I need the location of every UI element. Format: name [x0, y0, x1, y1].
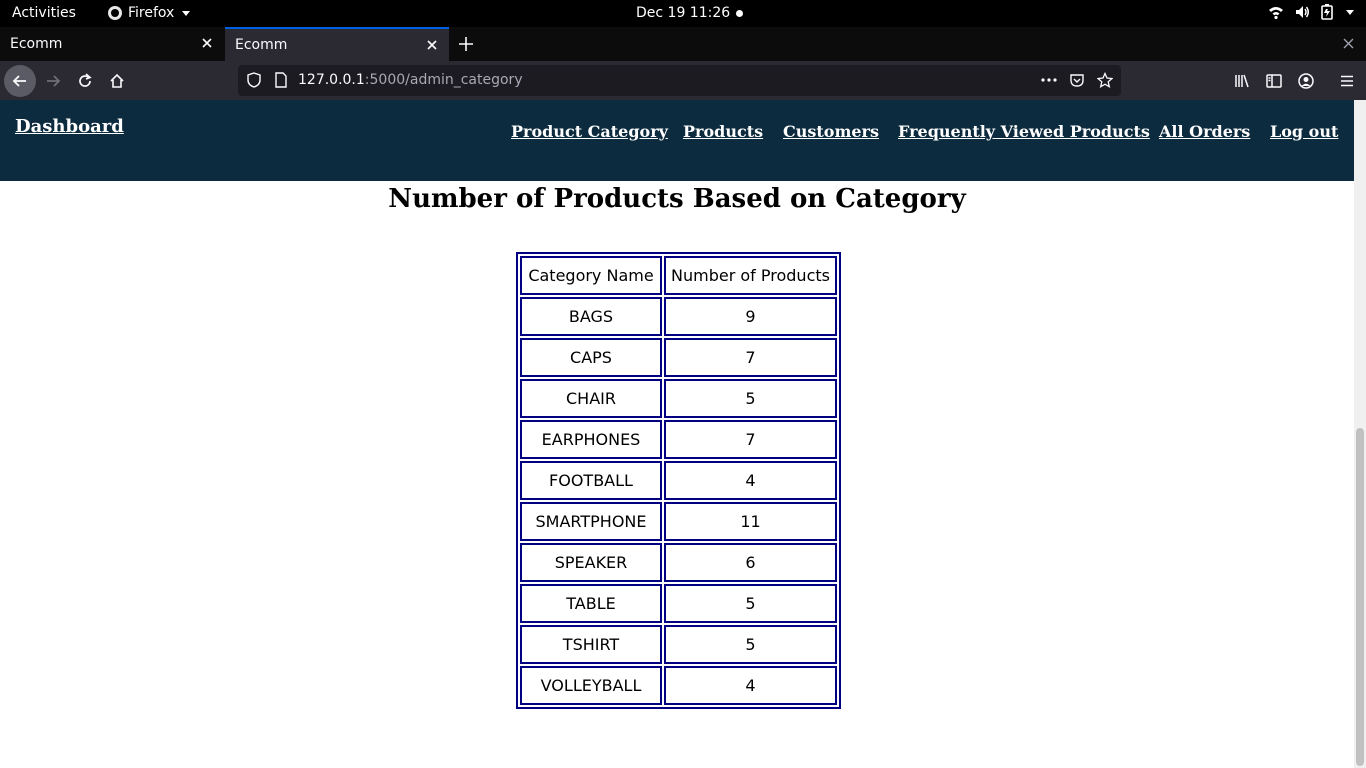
tab-title: Ecomm [235, 37, 288, 53]
category-name-cell: SPEAKER [520, 543, 662, 582]
home-button[interactable] [101, 65, 133, 97]
sidebar-button[interactable] [1258, 65, 1290, 97]
tab-title: Ecomm [10, 36, 63, 52]
chevron-down-icon [182, 10, 191, 16]
table-row: EARPHONES 7 [520, 420, 837, 459]
url-host: 127.0.0.1 [298, 72, 365, 88]
menu-button[interactable] [1331, 65, 1363, 97]
product-count-cell: 5 [664, 625, 837, 664]
tab-ecomm-2[interactable]: Ecomm [225, 27, 449, 61]
product-count-cell: 5 [664, 584, 837, 623]
shield-icon[interactable] [246, 72, 262, 88]
sidebar-icon [1266, 74, 1282, 88]
dashboard-link[interactable]: Dashboard [15, 116, 124, 137]
home-icon [110, 73, 124, 88]
column-header-category-name: Category Name [520, 256, 662, 295]
category-name-cell: CAPS [520, 338, 662, 377]
clock-label: Dec 19 11:26 [636, 5, 731, 21]
category-name-cell: EARPHONES [520, 420, 662, 459]
bookmark-star-icon[interactable] [1097, 72, 1113, 88]
close-tab-icon[interactable] [425, 38, 439, 52]
product-count-cell: 7 [664, 338, 837, 377]
tab-ecomm-1[interactable]: Ecomm [0, 27, 224, 61]
table-row: SMARTPHONE 11 [520, 502, 837, 541]
nav-link-frequently-viewed-products[interactable]: Frequently Viewed Products [898, 122, 1150, 141]
table-body: BAGS 9 CAPS 7 CHAIR 5 EARPHONES 7 FOOTBALL 4 SMART… [520, 297, 837, 705]
clock[interactable]: Dec 19 11:26 [636, 5, 744, 21]
reload-button[interactable] [69, 65, 101, 97]
app-menu-label: Firefox [128, 5, 175, 21]
wifi-icon [1269, 7, 1283, 20]
nav-link-customers[interactable]: Customers [783, 122, 879, 141]
account-button[interactable] [1290, 65, 1322, 97]
account-icon [1298, 73, 1314, 89]
category-name-cell: VOLLEYBALL [520, 666, 662, 705]
category-name-cell: CHAIR [520, 379, 662, 418]
product-count-cell: 7 [664, 420, 837, 459]
nav-link-all-orders[interactable]: All Orders [1159, 122, 1250, 141]
battery-icon [1321, 4, 1333, 20]
product-count-cell: 4 [664, 461, 837, 500]
product-count-cell: 11 [664, 502, 837, 541]
category-name-cell: SMARTPHONE [520, 502, 662, 541]
scrollbar-thumb[interactable] [1356, 428, 1364, 766]
product-count-cell: 4 [664, 666, 837, 705]
column-header-number-of-products: Number of Products [664, 256, 837, 295]
nav-link-log-out[interactable]: Log out [1270, 122, 1338, 141]
url-text[interactable]: 127.0.0.1:5000/admin_category [298, 72, 523, 88]
table-row: VOLLEYBALL 4 [520, 666, 837, 705]
nav-link-product-category[interactable]: Product Category [511, 122, 668, 141]
system-tray[interactable] [1268, 4, 1354, 20]
table-row: BAGS 9 [520, 297, 837, 336]
category-name-cell: TSHIRT [520, 625, 662, 664]
arrow-right-icon [47, 75, 61, 87]
site-navbar: Dashboard Product Category Products Cust… [0, 100, 1354, 181]
table-row: CAPS 7 [520, 338, 837, 377]
tab-strip: Ecomm Ecomm [0, 27, 1366, 61]
table-row: CHAIR 5 [520, 379, 837, 418]
system-top-bar: Activities Firefox Dec 19 11:26 [0, 0, 1366, 27]
app-menu[interactable]: Firefox [108, 5, 191, 21]
product-count-cell: 6 [664, 543, 837, 582]
table-header-row: Category Name Number of Products [520, 256, 837, 295]
reload-icon [79, 73, 92, 87]
url-bar[interactable]: 127.0.0.1:5000/admin_category [238, 65, 1121, 96]
table-row: TABLE 5 [520, 584, 837, 623]
url-path: :5000/admin_category [364, 72, 523, 88]
table-row: SPEAKER 6 [520, 543, 837, 582]
category-name-cell: BAGS [520, 297, 662, 336]
nav-link-products[interactable]: Products [683, 122, 763, 141]
pocket-icon[interactable] [1069, 72, 1085, 88]
category-name-cell: FOOTBALL [520, 461, 662, 500]
page-icon[interactable] [274, 72, 288, 88]
library-button[interactable] [1226, 65, 1258, 97]
category-table: Category Name Number of Products BAGS 9 CA… [516, 252, 841, 709]
category-name-cell: TABLE [520, 584, 662, 623]
new-tab-icon[interactable] [456, 34, 476, 54]
navigation-toolbar: 127.0.0.1:5000/admin_category [0, 61, 1366, 100]
hamburger-menu-icon [1341, 75, 1353, 87]
page-title: Number of Products Based on Category [388, 184, 966, 214]
notification-dot-icon [736, 9, 744, 17]
arrow-left-icon [12, 75, 26, 87]
product-count-cell: 9 [664, 297, 837, 336]
more-actions-icon[interactable] [1041, 78, 1057, 82]
library-icon [1235, 74, 1249, 88]
page-content: Dashboard Product Category Products Cust… [0, 100, 1354, 768]
firefox-icon [108, 6, 122, 20]
product-count-cell: 5 [664, 379, 837, 418]
table-row: FOOTBALL 4 [520, 461, 837, 500]
back-button[interactable] [4, 65, 36, 97]
activities-button[interactable]: Activities [12, 5, 76, 21]
close-window-icon[interactable] [1343, 38, 1354, 49]
chevron-down-icon [1346, 9, 1354, 15]
table-row: TSHIRT 5 [520, 625, 837, 664]
volume-icon [1296, 6, 1309, 18]
forward-button[interactable] [37, 65, 69, 97]
close-tab-icon[interactable] [200, 36, 214, 50]
